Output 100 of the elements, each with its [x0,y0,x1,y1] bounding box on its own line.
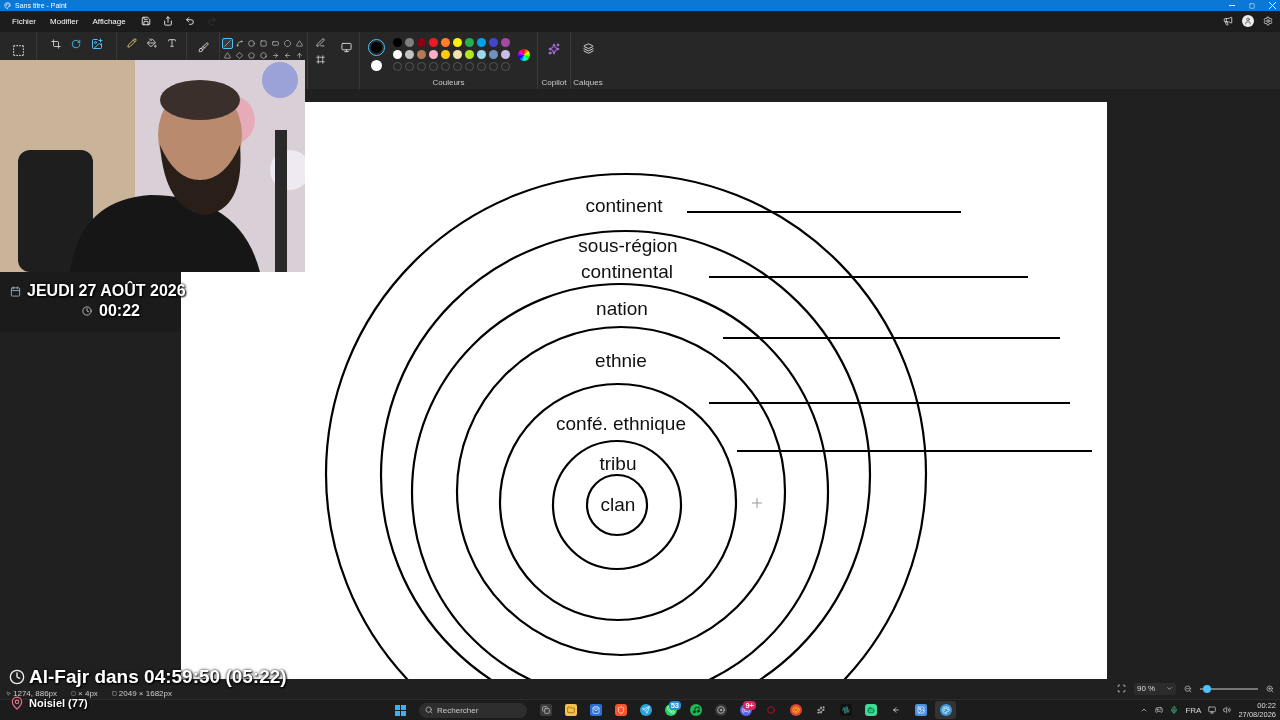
canvas-size-icon [111,691,117,696]
color-wheel-icon[interactable] [517,48,530,61]
time-text: 00:22 [99,302,140,320]
cursor-position: 1274, 886px [13,689,58,698]
disc-icon [714,704,727,716]
color-swatch[interactable] [404,38,414,47]
search-field[interactable]: Rechercher [419,702,527,718]
calendar-icon [10,285,21,297]
menu-item[interactable]: Affichage [87,14,131,28]
zoom-slider[interactable] [1200,687,1258,690]
color-swatch[interactable] [464,50,474,59]
palette-icon [939,704,952,716]
shape-icon [284,52,291,59]
group-label: Calques [573,78,603,87]
zoom-in-icon[interactable] [1266,684,1274,693]
microphone-icon[interactable] [1170,706,1179,714]
color-swatch[interactable] [440,50,450,59]
image-plus-icon[interactable] [90,38,103,50]
taskbar-button[interactable] [935,701,956,719]
primary-color[interactable] [370,41,382,53]
color-swatch[interactable] [392,38,402,47]
color-swatch[interactable] [500,38,510,47]
crosshair-icon [751,497,763,509]
color-swatch[interactable] [416,38,426,47]
secondary-color[interactable] [370,59,382,71]
rotate-icon[interactable] [70,39,81,49]
network-icon[interactable] [1208,706,1217,714]
shape-tool[interactable] [270,38,281,49]
menu-item[interactable]: Fichier [7,14,41,28]
crop-icon[interactable] [50,39,61,49]
shape-icon [284,40,291,47]
map-pin-icon [10,696,24,710]
brush-icon[interactable] [197,42,209,53]
megaphone-icon[interactable] [1223,16,1233,26]
color-swatch[interactable] [404,50,414,59]
image-icon [914,704,927,716]
shape-tool[interactable] [246,38,257,49]
shape-tool[interactable] [282,38,293,49]
shape-tool[interactable] [222,38,233,49]
language-indicator[interactable]: FRA [1185,705,1202,715]
shape-tool[interactable] [222,50,233,61]
shape-tool[interactable] [234,50,245,61]
fit-icon[interactable] [1117,684,1126,693]
color-swatch[interactable] [392,50,402,59]
windows-logo-icon [395,704,406,716]
ring-label: sous-région [578,234,678,256]
location-text: Noisiel (77) [29,697,88,709]
shape-icon [248,52,255,59]
color-swatch[interactable] [440,38,450,47]
zoom-dropdown[interactable]: 90 % [1134,682,1176,695]
canvas-icon[interactable] [340,42,352,53]
shape-icon [272,52,279,59]
text-tool-icon[interactable] [166,38,177,48]
color-swatch[interactable] [416,50,426,59]
shape-icon [260,52,267,59]
color-swatch[interactable] [500,50,510,59]
color-swatch[interactable] [428,50,438,59]
music-icon [689,704,702,716]
folder-icon [564,704,577,716]
canvas-size: 2049 × 1682px [118,689,172,698]
shape-tool[interactable] [294,50,305,61]
pencil-icon[interactable] [126,38,137,48]
color-swatch[interactable] [488,38,498,47]
ring-label: continental [581,260,673,282]
menu-item[interactable]: Modifier [45,14,84,28]
search-icon [425,706,433,714]
avatar-icon[interactable] [1242,15,1254,27]
ring-label: confé. ethnique [556,412,686,434]
shape-tool[interactable] [258,50,269,61]
color-swatch[interactable] [488,50,498,59]
shape-tool[interactable] [282,50,293,61]
shape-tool[interactable] [270,50,281,61]
color-swatch[interactable] [476,50,486,59]
paint-bucket-icon[interactable] [146,38,157,48]
chevron-down-icon [1166,685,1173,692]
volume-icon[interactable] [1223,706,1232,714]
ring-label: nation [596,297,648,319]
color-swatch[interactable] [428,38,438,47]
pointer-icon [6,691,11,696]
outline-icon[interactable] [316,38,325,47]
color-swatch[interactable] [476,38,486,47]
shape-icon [296,40,303,47]
zoom-out-icon[interactable] [1184,684,1192,693]
settings-icon[interactable] [1263,16,1273,26]
group-label: Copilot [541,78,567,87]
close-icon[interactable] [1269,2,1276,9]
color-swatch[interactable] [452,50,462,59]
shape-icon [296,52,303,59]
layers-icon[interactable] [582,43,594,54]
chevron-up-icon[interactable] [1140,706,1149,714]
copilot-icon[interactable] [548,43,560,55]
color-swatch[interactable] [452,38,462,47]
gamepad-icon[interactable] [1155,706,1164,714]
shape-tool[interactable] [246,50,257,61]
palette-icon [4,2,11,9]
shape-tool[interactable] [234,38,245,49]
selection-icon[interactable] [11,44,25,57]
color-swatch[interactable] [464,38,474,47]
slider-thumb[interactable] [1202,684,1211,693]
ring-label: continent [585,194,663,216]
